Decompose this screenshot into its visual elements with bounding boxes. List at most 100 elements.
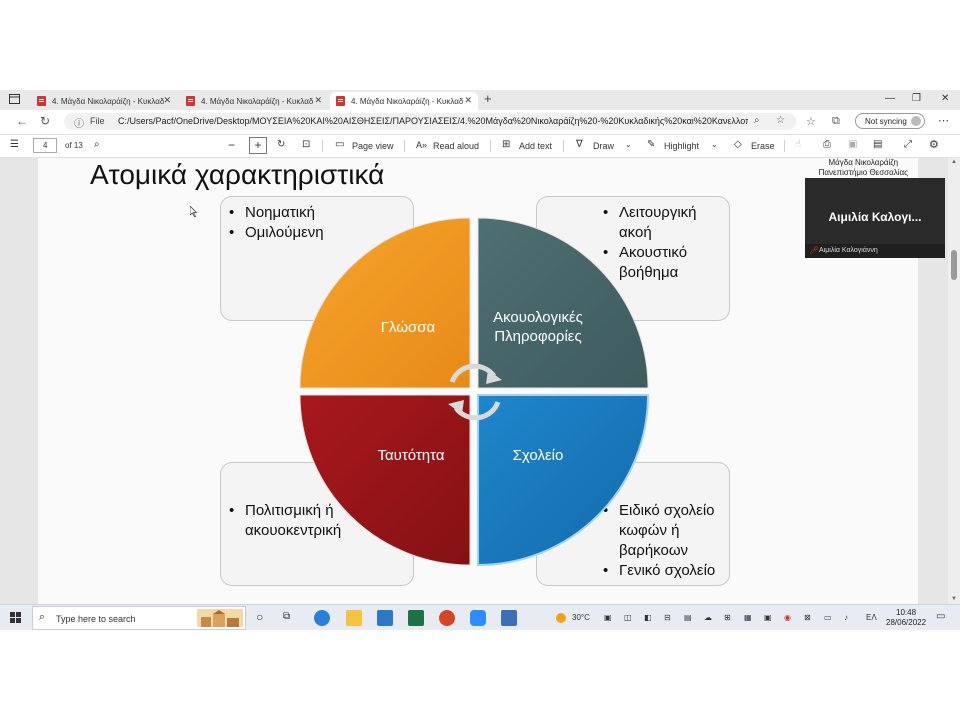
tray-app-icon[interactable]: ▤ [684,613,692,622]
cloud-icon[interactable]: ☁ [704,613,712,622]
tray-app-icon[interactable]: ◧ [644,613,652,622]
read-aloud-icon[interactable]: A» [416,140,427,150]
tray-app-icon[interactable]: ▣ [764,613,772,622]
clock-date: 28/06/2022 [886,618,927,627]
add-text-button[interactable]: Add text [519,141,552,151]
highlight-icon[interactable]: ✎ [647,139,655,150]
pdf-toolbar: ☰ 4 of 13 ⌕ − + ↻ ⊡ ▭ Page view A» Read … [0,135,960,158]
draw-button[interactable]: Draw [593,141,614,151]
browser-tab-1[interactable]: 4. Μάγδα Νικολαράίζη - Κυκλαδ ✕ [31,92,177,110]
scroll-up-icon[interactable]: ▲ [951,159,957,165]
powerpoint-icon[interactable] [439,610,455,626]
system-clock[interactable]: 10:48 28/06/2022 [886,608,926,628]
add-favorite-icon[interactable]: ☆ [776,115,785,126]
windows-start-icon[interactable] [10,612,21,623]
save-as-icon[interactable]: ▤ [873,139,882,150]
vertical-scrollbar[interactable]: ▲ ▼ [948,158,960,604]
tab-title: 4. Μάγδα Νικολαράίζη - Κυκλαδ [52,96,164,106]
scrollbar-thumb[interactable] [951,250,957,280]
tab-title: 4. Μάγδα Νικολαράίζη - Κυκλαδ [351,96,463,106]
url-text[interactable]: C:/Users/Pacf/OneDrive/Desktop/ΜΟΥΣΕΙΑ%2… [118,116,748,126]
fit-page-icon[interactable]: ⊡ [302,139,310,150]
tray-app-icon[interactable]: ◫ [624,613,632,622]
address-bar: ← ↻ ⓘ File C:/Users/Pacf/OneDrive/Deskto… [0,110,960,135]
video-call-overlay[interactable]: Αιμιλία Καλογι... 🎤︎ Αιμιλία Καλογιάννη [805,178,945,258]
tray-app-icon[interactable]: ◉ [784,613,791,622]
pdf-file-icon [37,96,46,106]
close-icon[interactable]: ✕ [464,95,472,106]
draw-icon[interactable]: ∇ [576,139,583,150]
browser-tab-2[interactable]: 4. Μάγδα Νικολαράίζη - Κυκλαδ ✕ [180,92,328,110]
info-icon[interactable]: ⓘ [74,115,84,130]
weather-sun-icon[interactable] [556,613,566,623]
tray-app-icon[interactable]: ⊟ [664,613,671,622]
photos-icon[interactable] [501,610,517,626]
print-icon[interactable]: ⎙ [823,139,831,150]
volume-icon[interactable]: ♪ [844,613,848,622]
url-scheme-label: File [90,116,105,126]
minimize-icon[interactable]: — [885,93,895,104]
cortana-icon[interactable]: ○ [256,610,263,624]
notifications-icon[interactable]: ▭ [936,611,945,622]
zoom-icon[interactable]: ⌕ [754,115,760,126]
quadrant-school [477,394,650,567]
restore-icon[interactable]: ❐ [912,93,921,104]
chevron-down-icon[interactable]: ⌄ [625,140,632,149]
file-explorer-icon[interactable] [346,610,362,626]
browser-tab-3-active[interactable]: 4. Μάγδα Νικολαράίζη - Κυκλαδ ✕ [330,92,478,110]
divider [404,140,405,152]
quadrant-label-audiological: Ακουολογικές Πληροφορίες [478,308,598,346]
zoom-app-icon[interactable] [470,610,486,626]
url-field[interactable]: ⓘ File C:/Users/Pacf/OneDrive/Desktop/ΜΟ… [64,113,796,130]
page-view-button[interactable]: Page view [352,141,394,151]
more-options-icon[interactable]: ⋯ [938,114,949,127]
refresh-icon[interactable]: ↻ [40,114,50,128]
read-aloud-button[interactable]: Read aloud [433,141,479,151]
quadrant-label-language: Γλώσσα [380,319,436,336]
chevron-down-icon[interactable]: ⌄ [711,140,718,149]
tray-app-icon[interactable]: ⊠ [804,613,811,622]
temperature-label[interactable]: 30°C [572,613,590,622]
mouse-pointer-icon [190,206,198,217]
excel-icon[interactable] [408,610,424,626]
add-text-icon[interactable]: ⊞ [502,139,510,150]
settings-gear-icon[interactable]: ⚙ [929,138,939,151]
tray-app-icon[interactable]: ⊞ [724,613,731,622]
tab-actions-icon[interactable] [9,94,20,104]
edge-browser-icon[interactable] [314,610,330,626]
zoom-in-icon[interactable]: + [249,137,267,154]
save-icon[interactable]: ▣ [848,139,857,150]
screen: 4. Μάγδα Νικολαράίζη - Κυκλαδ ✕ 4. Μάγδα… [0,90,960,630]
rotate-icon[interactable]: ↻ [277,139,285,150]
page-number-input[interactable]: 4 [33,138,57,153]
close-icon[interactable]: ✕ [163,95,171,106]
scroll-down-icon[interactable]: ▼ [951,596,957,602]
eraser-icon[interactable]: ◇ [734,139,742,150]
table-of-contents-icon[interactable]: ☰ [10,139,19,150]
collections-icon[interactable]: ⧉ [832,115,840,128]
tray-app-icon[interactable]: ▦ [744,613,752,622]
participant-name-label: Αιμιλία Καλογιάννη [819,247,878,254]
zoom-out-icon[interactable]: − [228,138,235,152]
tray-app-icon[interactable]: ▣ [604,613,612,622]
erase-button[interactable]: Erase [751,141,775,151]
taskbar-search-box[interactable]: ⌕ Type here to search [32,606,246,630]
fullscreen-icon[interactable]: ⤢ [904,139,912,150]
profile-sync-button[interactable]: Not syncing [855,113,925,129]
task-view-icon[interactable]: ⧉ [283,611,290,622]
search-icon[interactable]: ⌕ [94,139,100,150]
page-view-icon[interactable]: ▭ [335,139,344,150]
new-tab-icon[interactable]: + [484,91,492,106]
back-icon[interactable]: ← [16,114,28,128]
language-indicator[interactable]: ΕΛ [866,613,877,622]
avatar [911,116,921,126]
mail-icon[interactable] [377,610,393,626]
search-icon: ⌕ [39,611,46,623]
close-icon[interactable]: ✕ [314,95,322,106]
battery-icon[interactable]: ▭ [824,613,832,622]
divider [563,140,564,152]
favorites-icon[interactable]: ☆ [806,115,816,128]
window-close-icon[interactable]: ✕ [941,93,949,104]
highlight-button[interactable]: Highlight [664,141,699,151]
touch-icon[interactable]: ☝ [795,139,801,150]
